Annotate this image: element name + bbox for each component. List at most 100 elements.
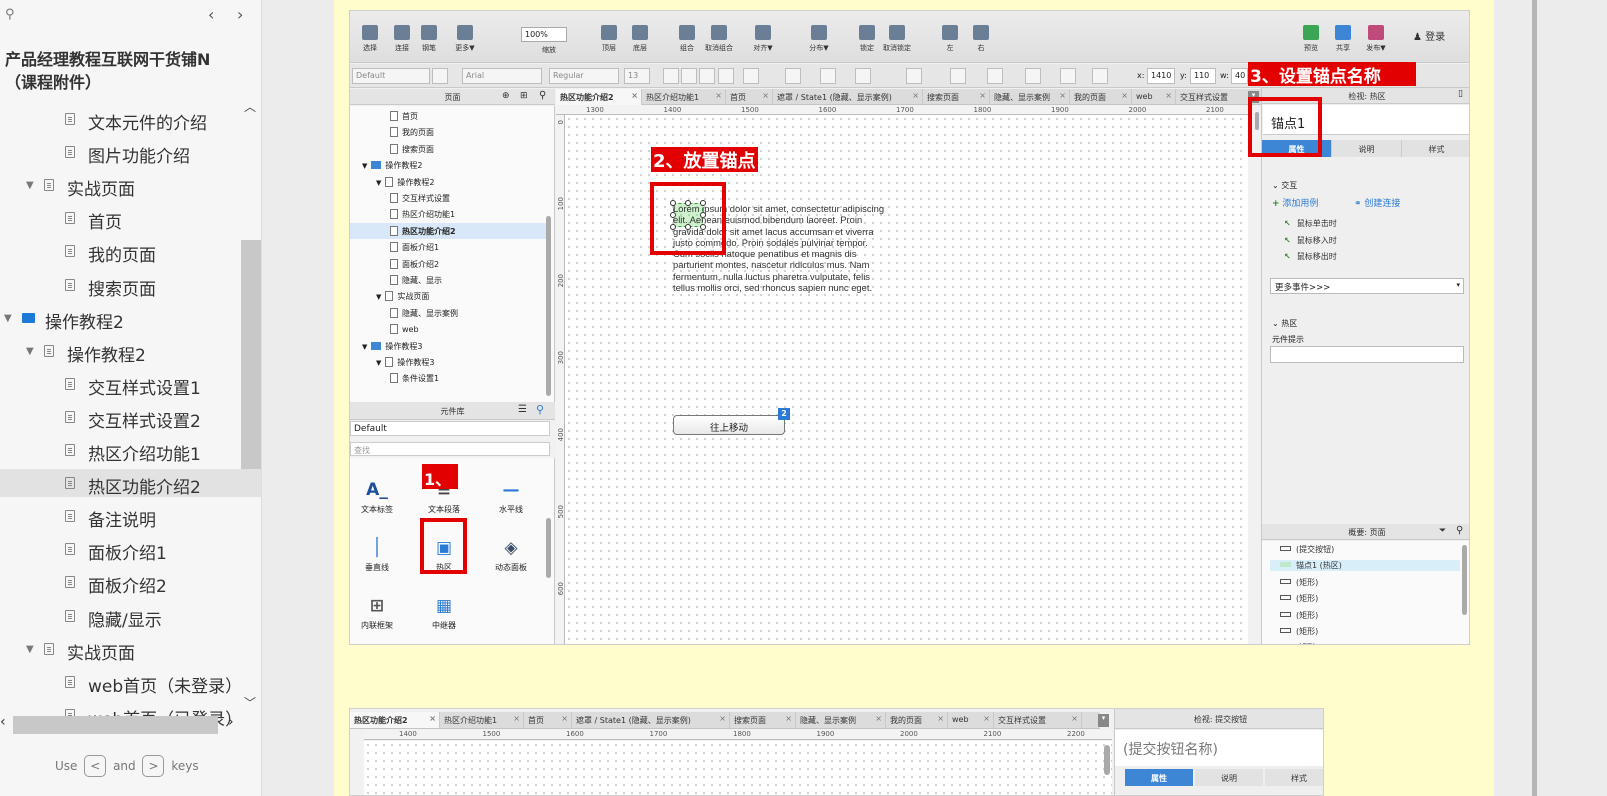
format-button[interactable]	[950, 68, 966, 84]
format-button[interactable]	[1092, 68, 1108, 84]
page-tab[interactable]: 热区介绍功能1 ×	[440, 712, 524, 728]
page-tab[interactable]: 热区介绍功能1 ×	[642, 89, 726, 105]
expand-arrow-icon[interactable]: ▼	[26, 346, 34, 357]
page-tab[interactable]: 首页 ×	[726, 89, 773, 105]
page-tree-item[interactable]: ▼ 实战页面	[350, 288, 546, 304]
page-tree-item[interactable]: 交互样式设置	[350, 190, 546, 206]
library-widget[interactable]: ⊞ 内联框架	[352, 596, 402, 631]
hscroll-left-icon[interactable]: ‹	[0, 714, 6, 730]
zoom-select[interactable]: 100%	[521, 27, 567, 42]
hscroll-right-icon[interactable]: ›	[228, 714, 234, 730]
second-tabs-dropdown-icon[interactable]: ▾	[1098, 714, 1109, 727]
format-button[interactable]	[906, 68, 922, 84]
page-tree-item[interactable]: 热区介绍功能1	[350, 206, 546, 222]
size-select[interactable]: 13	[624, 68, 650, 84]
sidebar-item[interactable]: 面板介绍2	[0, 568, 261, 597]
expand-arrow-icon[interactable]: ▼	[4, 313, 12, 324]
sidebar-item[interactable]: 图片功能介绍	[0, 138, 261, 167]
library-widget[interactable]: A_ 文本标签	[352, 480, 402, 515]
toolbar-button[interactable]: 分布▼	[802, 25, 836, 53]
move-up-button[interactable]: 往上移动	[673, 415, 785, 435]
expand-arrow-icon[interactable]: ▼	[376, 359, 381, 367]
add-case-link[interactable]: + 添加用例	[1272, 196, 1318, 209]
inspector-tab[interactable]: 说明	[1195, 769, 1263, 786]
page-tab[interactable]: 我的页面 ×	[1070, 89, 1132, 105]
format-button[interactable]	[820, 68, 836, 84]
library-widget[interactable]: ◈ 动态面板	[486, 538, 536, 573]
close-icon[interactable]: ×	[1165, 91, 1172, 100]
close-icon[interactable]: ×	[1121, 91, 1128, 100]
page-tree-item[interactable]: 面板介绍1	[350, 239, 546, 255]
add-folder-icon[interactable]: ⊞	[520, 91, 528, 101]
page-tree-item[interactable]: 首页	[350, 108, 546, 124]
style-select[interactable]: Default	[352, 68, 430, 84]
x-input[interactable]: 1410	[1147, 68, 1175, 84]
toolbar-button[interactable]: 右	[964, 25, 998, 53]
pages-scrollbar[interactable]	[546, 216, 551, 396]
close-icon[interactable]: ×	[561, 714, 568, 723]
format-button[interactable]	[681, 68, 697, 84]
second-name-field[interactable]: (提交按钮名称)	[1115, 730, 1323, 766]
page-tree-item[interactable]: 热区功能介绍2	[350, 222, 546, 239]
sidebar-item[interactable]: 首页	[0, 204, 261, 233]
close-icon[interactable]: ×	[631, 91, 638, 100]
close-icon[interactable]: ×	[762, 91, 769, 100]
toolbar-button[interactable]: 更多▼	[448, 25, 482, 53]
close-icon[interactable]: ×	[715, 91, 722, 100]
page-tree-item[interactable]: web	[350, 321, 546, 337]
notes-icon[interactable]: ▯	[1458, 89, 1463, 99]
toolbar-button[interactable]: 顶层	[592, 25, 626, 53]
page-tree-item[interactable]: ▼ 操作教程2	[350, 157, 546, 173]
page-tab[interactable]: 搜索页面 ×	[730, 712, 796, 728]
outline-row[interactable]: (矩形)	[1280, 626, 1318, 637]
page-tree-item[interactable]: 隐藏、显示	[350, 272, 546, 288]
library-widget[interactable]: ▦ 中继器	[419, 596, 469, 631]
format-button[interactable]	[432, 68, 448, 84]
weight-select[interactable]: Regular	[549, 68, 619, 84]
event-item[interactable]: ↖ 鼠标移出时	[1284, 251, 1337, 262]
page-tab[interactable]: 热区功能介绍2 ×	[350, 712, 440, 728]
library-widget[interactable]: — 水平线	[486, 480, 536, 515]
page-tab[interactable]: 遮罩 / State1 (隐藏、显示案例) ×	[572, 712, 730, 728]
page-tab[interactable]: web ×	[1132, 89, 1176, 105]
page-tab[interactable]: 交互样式设置 ×	[994, 712, 1082, 728]
more-events-select[interactable]: 更多事件>>> ▾	[1270, 278, 1464, 294]
page-tab[interactable]: 首页 ×	[524, 712, 572, 728]
second-canvas[interactable]	[364, 741, 1112, 795]
page-tree-item[interactable]: 我的页面	[350, 124, 546, 140]
page-tree-item[interactable]: 搜索页面	[350, 141, 546, 157]
format-button[interactable]	[855, 68, 871, 84]
right-scroll-track[interactable]	[1532, 0, 1537, 796]
outline-row[interactable]: (矩形)	[1280, 610, 1318, 621]
outline-row[interactable]: (提交按钮)	[1280, 544, 1334, 555]
toolbar-button[interactable]: 组合	[670, 25, 704, 53]
close-icon[interactable]: ×	[719, 714, 726, 723]
expand-arrow-icon[interactable]: ▼	[362, 162, 367, 170]
sidebar-item[interactable]: 热区功能介绍2	[0, 469, 261, 498]
library-search-icon[interactable]: ⚲	[536, 403, 544, 416]
library-scrollbar[interactable]	[546, 518, 551, 578]
sidebar-item[interactable]: 交互样式设置1	[0, 370, 261, 399]
font-select[interactable]: Arial	[462, 68, 542, 84]
close-icon[interactable]: ×	[429, 714, 436, 723]
page-tree-item[interactable]: 条件设置1	[350, 370, 546, 386]
format-button[interactable]	[743, 68, 759, 84]
close-icon[interactable]: ×	[513, 714, 520, 723]
y-input[interactable]: 110	[1190, 68, 1216, 84]
create-link-link[interactable]: ⚭ 创建连接	[1354, 196, 1400, 209]
sidebar-item[interactable]: ▼ 实战页面	[0, 635, 261, 664]
close-icon[interactable]: ×	[875, 714, 882, 723]
format-button[interactable]	[1025, 68, 1041, 84]
sidebar-item[interactable]: ▼ 操作教程2	[0, 304, 261, 333]
event-item[interactable]: ↖ 鼠标移入时	[1284, 235, 1337, 246]
sidebar-item[interactable]: ▼ 操作教程2	[0, 337, 261, 366]
expand-arrow-icon[interactable]: ▼	[376, 179, 381, 187]
tooltip-input[interactable]	[1270, 346, 1464, 363]
page-tab[interactable]: 热区功能介绍2 ×	[556, 89, 642, 105]
second-canvas-scrollbar[interactable]	[1104, 745, 1110, 775]
page-tree-item[interactable]: 隐藏、显示案例	[350, 305, 546, 321]
nav-back-icon[interactable]: ‹	[208, 5, 214, 24]
nav-forward-icon[interactable]: ›	[237, 5, 243, 24]
page-tree-item[interactable]: ▼ 操作教程2	[350, 174, 546, 190]
sidebar-item[interactable]: 热区介绍功能1	[0, 436, 261, 465]
